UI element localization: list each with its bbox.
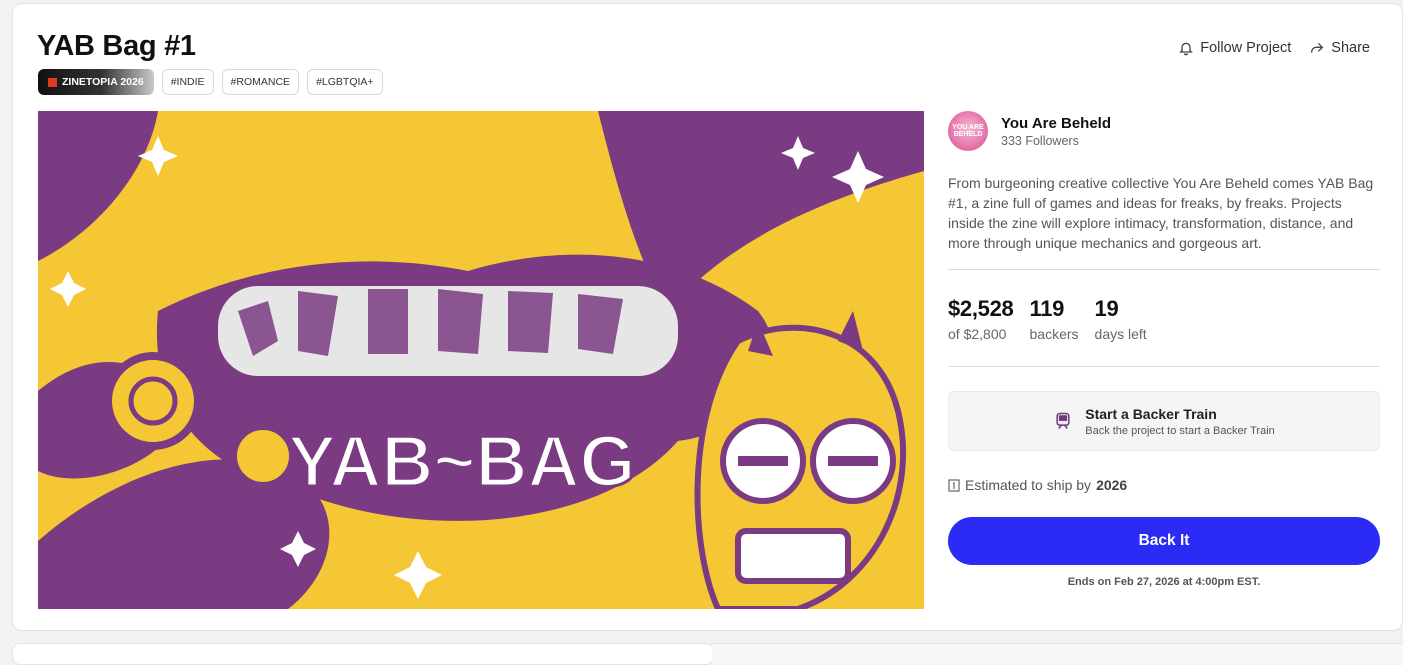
stat-pledged: $2,528 of $2,800	[948, 296, 1014, 342]
creator-block[interactable]: YOU ARE BEHELD You Are Beheld 333 Follow…	[948, 111, 1380, 151]
share-label: Share	[1331, 40, 1370, 56]
shipping-prefix: Estimated to ship by	[965, 477, 1092, 493]
creator-followers: 333 Followers	[1001, 133, 1079, 148]
creator-name[interactable]: You Are Beheld	[1001, 115, 1111, 132]
next-section-card	[12, 643, 714, 665]
project-sidebar: YOU ARE BEHELD You Are Beheld 333 Follow…	[948, 111, 1380, 588]
tag-label: #ROMANCE	[230, 76, 291, 88]
share-icon	[1311, 42, 1324, 53]
backer-train-button[interactable]: Start a Backer Train Back the project to…	[948, 391, 1380, 451]
shipping-estimate: Estimated to ship by 2026	[948, 477, 1380, 493]
tag-lgbtqia[interactable]: #LGBTQIA+	[307, 69, 383, 95]
top-actions: Follow Project Share	[1178, 40, 1370, 56]
project-title: YAB Bag #1	[37, 30, 196, 62]
tag-zinetopia[interactable]: ZINETOPIA 2026	[38, 69, 154, 95]
backers-label: backers	[1029, 326, 1079, 342]
follow-label: Follow Project	[1200, 40, 1292, 56]
shipping-year: 2026	[1096, 477, 1128, 493]
tag-label: #LGBTQIA+	[316, 76, 374, 88]
calendar-icon	[948, 479, 960, 492]
campaign-end-date: Ends on Feb 27, 2026 at 4:00pm EST.	[1067, 576, 1261, 588]
share-button[interactable]: Share	[1309, 40, 1370, 56]
follow-project-button[interactable]: Follow Project	[1178, 40, 1291, 56]
tag-romance[interactable]: #ROMANCE	[221, 69, 300, 95]
back-it-button[interactable]: Back It	[948, 517, 1380, 565]
creator-avatar[interactable]: YOU ARE BEHELD	[948, 111, 988, 151]
zinetopia-icon	[48, 77, 57, 87]
hero-logo-text: YAB~BAG	[288, 422, 635, 502]
tag-indie[interactable]: #INDIE	[161, 69, 214, 95]
tag-label: #INDIE	[170, 76, 205, 88]
backer-train-subtitle: Back the project to start a Backer Train	[1085, 424, 1275, 437]
project-description: From burgeoning creative collective You …	[948, 175, 1374, 251]
backer-train-title: Start a Backer Train	[1085, 405, 1217, 422]
backers-count: 119	[1029, 296, 1065, 321]
hero-artwork: YAB~BAG	[38, 111, 924, 609]
project-card: YAB Bag #1 ZINETOPIA 2026 #INDIE #ROMANC…	[12, 3, 1403, 631]
tag-list: ZINETOPIA 2026 #INDIE #ROMANCE #LGBTQIA+	[38, 69, 383, 95]
bell-icon	[1179, 42, 1194, 56]
days-count: 19	[1094, 296, 1119, 321]
tag-label: ZINETOPIA 2026	[62, 76, 144, 88]
days-label: days left	[1094, 326, 1147, 342]
stat-backers: 119 backers	[1030, 296, 1079, 342]
hero-image[interactable]: YAB~BAG	[38, 111, 924, 609]
funding-stats: $2,528 of $2,800 119 backers 19 days lef…	[948, 270, 1380, 366]
stat-days: 19 days left	[1095, 296, 1147, 342]
avatar-text: YOU ARE BEHELD	[952, 124, 984, 138]
train-icon	[1056, 412, 1070, 429]
pledged-amount: $2,528	[948, 296, 1014, 321]
goal-amount: of $2,800	[948, 326, 1007, 342]
divider	[948, 366, 1380, 367]
